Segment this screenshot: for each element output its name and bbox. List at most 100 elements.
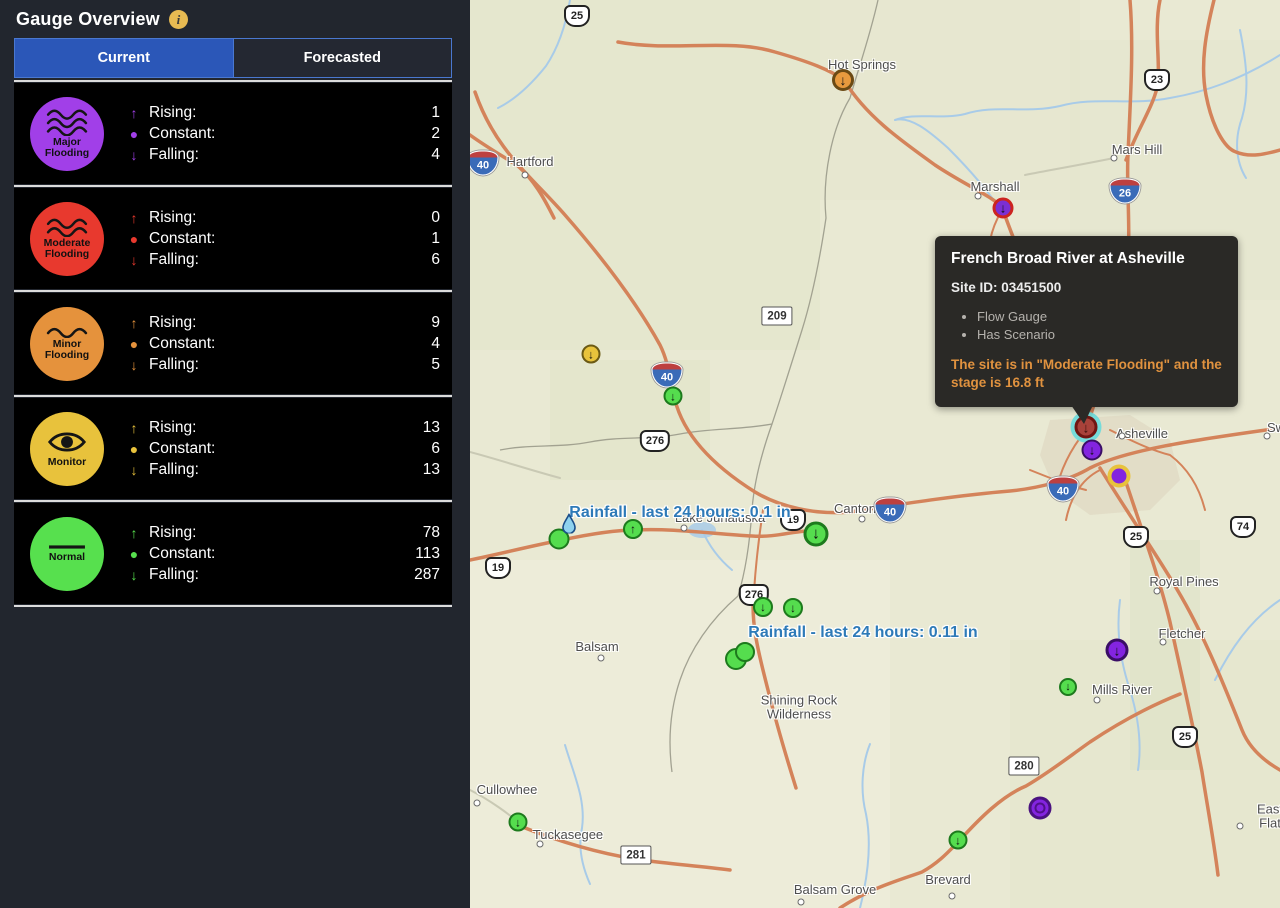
category-badge-monitor: Monitor <box>30 412 104 486</box>
eye-icon <box>47 428 87 456</box>
map-marker-normal-gauge-2[interactable]: ↑ <box>623 519 643 539</box>
waves-1-icon <box>46 326 88 338</box>
map-marker-normal-gauge-6[interactable]: ↓ <box>509 813 528 832</box>
town-dot <box>537 841 544 848</box>
falling-value: 5 <box>431 356 440 374</box>
card-divider <box>14 500 452 502</box>
map-base-layer <box>470 0 1280 908</box>
rising-label: Rising: <box>149 209 196 227</box>
constant-value: 4 <box>431 335 440 353</box>
category-badge-label: Monitor <box>48 457 87 468</box>
tooltip-pointer <box>1071 405 1093 424</box>
category-badge-label: Moderate Flooding <box>44 238 91 261</box>
map-marker-normal-gauge-4[interactable]: ↓ <box>753 597 773 617</box>
constant-dot-icon: ● <box>124 441 144 457</box>
route-shield-23: 23 <box>1144 69 1170 91</box>
tooltip-bullet-item: Flow Gauge <box>977 309 1222 324</box>
map-marker-major-gauge-monitor-ring[interactable] <box>1108 465 1131 488</box>
app-root: Gauge Overview i Current Forecasted Majo… <box>0 0 1280 908</box>
constant-dot-icon: ● <box>124 126 144 142</box>
map-marker-normal-gauge-7[interactable]: ↓ <box>949 831 968 850</box>
map-marker-major-gauge-constant[interactable] <box>1029 797 1052 820</box>
inner-circle-icon <box>1035 803 1046 814</box>
row-rising: ↑Rising:13 <box>124 419 440 437</box>
map-marker-normal-gauge-5[interactable]: ↓ <box>783 598 803 618</box>
line-icon <box>48 543 86 551</box>
tab-bar: Current Forecasted <box>14 38 452 78</box>
row-falling: ↓Falling:6 <box>124 251 440 269</box>
category-rows: ↑Rising:0●Constant:1↓Falling:6 <box>124 209 440 269</box>
constant-dot-icon: ● <box>124 231 144 247</box>
category-badge-moderate: Moderate Flooding <box>30 202 104 276</box>
town-dot <box>1094 697 1101 704</box>
constant-value: 1 <box>431 230 440 248</box>
map-marker-normal-gauge-8[interactable]: ↓ <box>1059 678 1077 696</box>
map-marker-monitor-gauge-west[interactable]: ↓ <box>582 345 601 364</box>
row-falling: ↓ Falling: 5 <box>124 356 440 374</box>
route-shield-25: 25 <box>1172 726 1198 748</box>
rainfall-label-1: Rainfall - last 24 hours: 0.1 in <box>569 504 790 522</box>
town-dot <box>859 516 866 523</box>
tab-forecasted[interactable]: Forecasted <box>233 39 452 77</box>
town-dot <box>1237 823 1244 830</box>
falling-value: 4 <box>431 146 440 164</box>
category-rows: ↑Rising:9●Constant:4↓Falling:5 <box>124 314 440 374</box>
rising-label: Rising: <box>149 314 196 332</box>
falling-label: Falling: <box>149 356 199 374</box>
row-rising: ↑ Rising: 1 <box>124 104 440 122</box>
town-dot <box>975 193 982 200</box>
map-marker-hot-springs-gauge[interactable]: ↓ <box>832 69 854 91</box>
map-canvas[interactable]: Hot SpringsHartfordMarshallMars HillAshe… <box>470 0 1280 908</box>
row-falling: ↓Falling:287 <box>124 566 440 584</box>
town-dot <box>1264 433 1271 440</box>
rainfall-label-2: Rainfall - last 24 hours: 0.11 in <box>748 624 977 642</box>
tooltip-bullet-item: Has Scenario <box>977 327 1222 342</box>
rising-label: Rising: <box>149 104 196 122</box>
tooltip-bullet-list: Flow Gauge Has Scenario <box>977 309 1222 342</box>
arrow-up-icon: ↑ <box>124 210 144 226</box>
constant-label: Constant: <box>149 440 215 458</box>
card-divider <box>14 290 452 292</box>
map-marker-major-gauge-south[interactable]: ↓ <box>1106 639 1129 662</box>
row-falling: ↓Falling:13 <box>124 461 440 479</box>
arrow-down-icon: ↓ <box>124 357 144 373</box>
town-dot <box>798 899 805 906</box>
gauge-overview-panel: Gauge Overview i Current Forecasted Majo… <box>0 0 470 908</box>
route-shield-209: 209 <box>761 307 792 326</box>
info-icon[interactable]: i <box>169 10 188 29</box>
rising-value: 1 <box>431 104 440 122</box>
waves-2-icon <box>46 217 88 237</box>
row-constant: ●Constant:4 <box>124 335 440 353</box>
constant-value: 113 <box>415 545 440 563</box>
falling-label: Falling: <box>149 461 199 479</box>
map-marker-normal-gauge-1[interactable]: ↓ <box>664 387 683 406</box>
gauge-category-card-major: Major Flooding ↑ Rising: 1 ●Constant:2 ↓Falli… <box>14 83 452 184</box>
category-badge-major: Major Flooding <box>30 97 104 171</box>
map-marker-marshall-gauge[interactable]: ↓ <box>993 198 1014 219</box>
row-constant: ●Constant:6 <box>124 440 440 458</box>
gauge-category-list: Major Flooding↑Rising:1●Constant:2↓Falli… <box>14 80 452 607</box>
falling-label: Falling: <box>149 566 199 584</box>
rising-value: 9 <box>431 314 440 332</box>
row-rising: ↑Rising:0 <box>124 209 440 227</box>
category-badge-label: Normal <box>49 552 85 563</box>
row-constant: ●Constant:2 <box>124 125 440 143</box>
row-rising: ↑Rising:78 <box>124 524 440 542</box>
town-dot <box>598 655 605 662</box>
gauge-category-card-normal: Normal↑Rising:78●Constant:113↓Falling:28… <box>14 503 452 604</box>
tab-current[interactable]: Current <box>15 39 233 77</box>
row-falling: ↓Falling:4 <box>124 146 440 164</box>
falling-value: 287 <box>414 566 440 584</box>
town-dot <box>681 525 688 532</box>
category-badge-label: Major Flooding <box>45 137 89 160</box>
map-marker-normal-gauge-3[interactable]: ↓ <box>804 522 829 547</box>
arrow-down-icon: ↓ <box>124 462 144 478</box>
arrow-up-icon: ↑ <box>124 105 144 121</box>
constant-label: Constant: <box>149 230 215 248</box>
town-dot <box>1160 639 1167 646</box>
category-badge-label: Minor Flooding <box>45 339 89 362</box>
category-rows: ↑Rising:13●Constant:6↓Falling:13 <box>124 419 440 479</box>
map-marker-major-gauge-asheville[interactable]: ↓ <box>1082 440 1103 461</box>
card-divider <box>14 185 452 187</box>
map-marker-normal-gauge-cluster[interactable] <box>735 642 755 662</box>
